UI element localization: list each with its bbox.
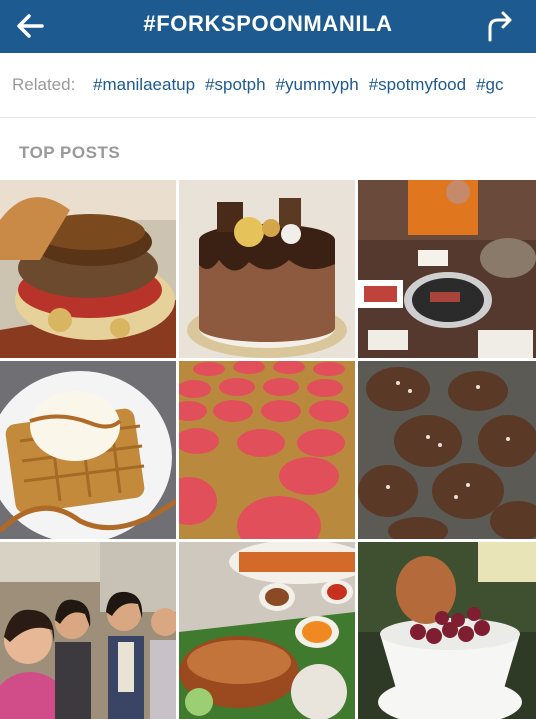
post-thumbnail-selfie[interactable] <box>0 542 176 719</box>
post-grid <box>0 180 536 719</box>
related-tag[interactable]: #spotmyfood <box>369 75 466 94</box>
related-tag[interactable]: #spotph <box>205 75 266 94</box>
post-thumbnail-macarons[interactable] <box>179 361 355 539</box>
waffle-photo <box>0 361 176 539</box>
cake-photo <box>179 180 355 358</box>
burger-photo <box>0 180 176 358</box>
related-label: Related: <box>12 75 76 94</box>
barbecue-photo <box>358 180 536 358</box>
post-thumbnail-burger[interactable] <box>0 180 176 358</box>
pork-photo <box>179 542 355 719</box>
related-tags: #manilaeatup #spotph #yummyph #spotmyfood #g… <box>93 75 513 95</box>
shaved-ice-photo <box>358 542 536 719</box>
post-thumbnail-waffle[interactable] <box>0 361 176 539</box>
post-thumbnail-pork[interactable] <box>179 542 355 719</box>
post-thumbnail-barbecue[interactable] <box>358 180 536 358</box>
section-title: TOP POSTS <box>19 143 121 162</box>
related-tags-bar: Related: #manilaeatup #spotph #yummyph #spo… <box>0 53 536 118</box>
macarons-photo <box>179 361 355 539</box>
page-title: #FORKSPOONMANILA <box>143 11 393 36</box>
post-thumbnail-cake[interactable] <box>179 180 355 358</box>
related-tag[interactable]: #manilaeatup <box>93 75 195 94</box>
selfie-photo <box>0 542 176 719</box>
related-tag[interactable]: #gc <box>476 75 503 94</box>
related-tag[interactable]: #yummyph <box>276 75 359 94</box>
post-thumbnail-shaved-ice[interactable] <box>358 542 536 719</box>
header-bar: #FORKSPOONMANILA <box>0 0 536 53</box>
share-arrow-icon[interactable] <box>482 8 518 44</box>
chicken-photo <box>358 361 536 539</box>
post-thumbnail-chicken[interactable] <box>358 361 536 539</box>
